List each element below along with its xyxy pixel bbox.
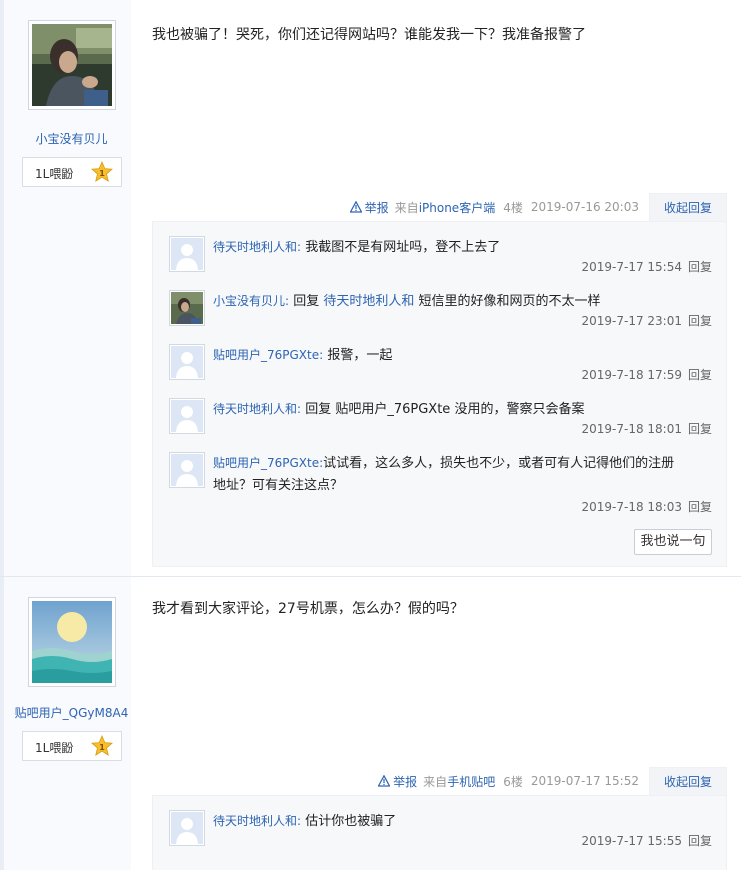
reply-body: 贴吧用户_76PGXte: 报警，一起 bbox=[213, 344, 712, 367]
reply-meta: 2019-7-18 18:03 回复 bbox=[581, 498, 712, 515]
collapse-replies-button[interactable]: 收起回复 bbox=[648, 193, 727, 221]
reply-text: 报警，一起 bbox=[327, 348, 393, 363]
reply-text: 估计你也被骗了 bbox=[305, 814, 397, 829]
reply-body: 待天时地利人和: 估计你也被骗了 bbox=[213, 810, 712, 833]
post-floor-4: 小宝没有贝儿 1L喂鼢 1 我也被骗了！哭死，你们还记得网站吗？谁能发我一下？我… bbox=[0, 0, 741, 578]
reply-text: 没用的，警察只会备案 bbox=[450, 402, 585, 417]
reply-list: 待天时地利人和: 估计你也被骗了 2019-7-17 15:55 回复 bbox=[152, 795, 727, 870]
floor-number: 4楼 bbox=[503, 200, 523, 215]
say-something-button[interactable]: 我也说一句 bbox=[634, 529, 712, 555]
avatar[interactable] bbox=[28, 597, 116, 687]
reply-button[interactable]: 回复 bbox=[688, 368, 712, 382]
level-badge[interactable]: 1L喂鼢 1 bbox=[22, 157, 122, 187]
floor-number: 6楼 bbox=[503, 774, 523, 789]
author-sidebar: 小宝没有贝儿 1L喂鼢 1 bbox=[0, 0, 131, 578]
default-avatar-icon[interactable] bbox=[169, 344, 205, 380]
author-name[interactable]: 小宝没有贝儿 bbox=[8, 130, 135, 147]
default-avatar-icon[interactable] bbox=[169, 452, 205, 488]
reply-body: 待天时地利人和: 回复 贴吧用户_76PGXte 没用的，警察只会备案 bbox=[213, 398, 712, 421]
reply-item: 小宝没有贝儿: 回复 待天时地利人和 短信里的好像和网页的不太一样 2019-7… bbox=[169, 290, 712, 344]
reply-author[interactable]: 贴吧用户_76PGXte: bbox=[213, 456, 323, 470]
reply-author[interactable]: 小宝没有贝儿: bbox=[213, 294, 289, 308]
level-badge-number: 1 bbox=[99, 743, 105, 752]
reply-prefix: 回复 bbox=[293, 294, 320, 309]
reply-author[interactable]: 贴吧用户_76PGXte: bbox=[213, 348, 323, 362]
reply-author[interactable]: 待天时地利人和: bbox=[213, 240, 301, 254]
author-sidebar: 贴吧用户_QGyM8A4 1L喂鼢 1 bbox=[0, 577, 131, 870]
source-link[interactable]: 手机贴吧 bbox=[447, 775, 495, 789]
reply-item: 待天时地利人和: 回复 贴吧用户_76PGXte 没用的，警察只会备案 2019… bbox=[169, 398, 712, 452]
post-tail: 举报 来自iPhone客户端 4楼 2019-07-16 20:03 收起回复 bbox=[349, 193, 727, 221]
reply-prefix: 回复 bbox=[305, 402, 332, 417]
warning-icon bbox=[378, 775, 391, 787]
reply-body: 贴吧用户_76PGXte:试试看，这么多人，损失也不少，或者可有人记得他们的注册… bbox=[213, 452, 712, 497]
reply-time: 2019-7-17 15:54 bbox=[581, 260, 682, 274]
reply-meta: 2019-7-17 15:54 回复 bbox=[581, 258, 712, 275]
level-label: 1L喂鼢 bbox=[35, 741, 74, 755]
default-avatar-icon[interactable] bbox=[169, 810, 205, 846]
reply-author[interactable]: 待天时地利人和: bbox=[213, 814, 301, 828]
reply-body: 待天时地利人和: 我截图不是有网址吗，登不上去了 bbox=[213, 236, 712, 259]
reply-meta: 2019-7-17 15:55 回复 bbox=[581, 832, 712, 849]
post-source: 来自iPhone客户端 bbox=[395, 199, 496, 216]
post-tail: 举报 来自手机贴吧 6楼 2019-07-17 15:52 收起回复 bbox=[378, 767, 727, 795]
source-prefix: 来自 bbox=[394, 200, 419, 215]
reply-time: 2019-7-18 18:03 bbox=[581, 500, 682, 514]
reply-item: 待天时地利人和: 我截图不是有网址吗，登不上去了 2019-7-17 15:54… bbox=[169, 236, 712, 290]
avatar-photo-icon bbox=[171, 292, 203, 324]
star-level-icon: 1 bbox=[91, 734, 113, 757]
moon-sea-avatar-icon bbox=[32, 601, 112, 683]
avatar-photo-icon bbox=[32, 24, 112, 106]
author-name[interactable]: 贴吧用户_QGyM8A4 bbox=[8, 704, 135, 721]
level-label: 1L喂鼢 bbox=[35, 167, 74, 181]
reply-time: 2019-7-17 15:55 bbox=[581, 834, 682, 848]
reply-item: 贴吧用户_76PGXte: 报警，一起 2019-7-18 17:59 回复 bbox=[169, 344, 712, 398]
reply-button[interactable]: 回复 bbox=[688, 314, 712, 328]
level-badge[interactable]: 1L喂鼢 1 bbox=[22, 731, 122, 761]
reply-item: 贴吧用户_76PGXte:试试看，这么多人，损失也不少，或者可有人记得他们的注册… bbox=[169, 452, 712, 522]
report-link[interactable]: 举报 bbox=[349, 199, 389, 216]
level-badge-number: 1 bbox=[99, 169, 105, 178]
reply-button[interactable]: 回复 bbox=[688, 500, 712, 514]
reply-text: 短信里的好像和网页的不太一样 bbox=[414, 294, 601, 309]
report-label: 举报 bbox=[393, 774, 418, 789]
default-avatar-icon[interactable] bbox=[169, 236, 205, 272]
reply-text: 我截图不是有网址吗，登不上去了 bbox=[305, 240, 501, 255]
warning-icon bbox=[349, 201, 362, 213]
reply-time: 2019-7-18 18:01 bbox=[581, 422, 682, 436]
reply-item: 待天时地利人和: 估计你也被骗了 2019-7-17 15:55 回复 bbox=[169, 810, 712, 864]
report-label: 举报 bbox=[364, 200, 389, 215]
reply-text: 试试看，这么多人，损失也不少，或者可有人记得他们的注册 bbox=[323, 456, 675, 471]
reply-meta: 2019-7-18 17:59 回复 bbox=[581, 366, 712, 383]
default-avatar-icon[interactable] bbox=[169, 398, 205, 434]
post-content: 我也被骗了！哭死，你们还记得网站吗？谁能发我一下？我准备报警了 bbox=[152, 27, 586, 43]
post-time: 2019-07-16 20:03 bbox=[530, 200, 639, 214]
reply-time: 2019-7-18 17:59 bbox=[581, 368, 682, 382]
reply-meta: 2019-7-18 18:01 回复 bbox=[581, 420, 712, 437]
reply-button[interactable]: 回复 bbox=[688, 834, 712, 848]
post-floor-6: 贴吧用户_QGyM8A4 1L喂鼢 1 我才看到大家评论，27号机票，怎么办？假… bbox=[0, 577, 741, 870]
post-time: 2019-07-17 15:52 bbox=[530, 774, 639, 788]
collapse-replies-button[interactable]: 收起回复 bbox=[648, 767, 727, 795]
reply-target: 贴吧用户_76PGXte bbox=[335, 402, 451, 417]
reply-button[interactable]: 回复 bbox=[688, 422, 712, 436]
reply-text-continued: 地址？可有关注这点？ bbox=[213, 478, 344, 493]
avatar[interactable] bbox=[169, 290, 205, 326]
reply-body: 小宝没有贝儿: 回复 待天时地利人和 短信里的好像和网页的不太一样 bbox=[213, 290, 712, 313]
reply-meta: 2019-7-17 23:01 回复 bbox=[581, 312, 712, 329]
reply-author[interactable]: 待天时地利人和: bbox=[213, 402, 301, 416]
reply-button[interactable]: 回复 bbox=[688, 260, 712, 274]
avatar[interactable] bbox=[28, 20, 116, 110]
reply-list: 待天时地利人和: 我截图不是有网址吗，登不上去了 2019-7-17 15:54… bbox=[152, 221, 727, 567]
report-link[interactable]: 举报 bbox=[378, 773, 417, 790]
post-source: 来自手机贴吧 bbox=[423, 773, 495, 790]
post-main: 我才看到大家评论，27号机票，怎么办？假的吗？ 举报 来自手机贴吧 6楼 201… bbox=[131, 577, 741, 870]
source-link[interactable]: iPhone客户端 bbox=[419, 201, 496, 215]
reply-time: 2019-7-17 23:01 bbox=[581, 314, 682, 328]
post-main: 我也被骗了！哭死，你们还记得网站吗？谁能发我一下？我准备报警了 举报 来自iPh… bbox=[131, 0, 741, 578]
source-prefix: 来自 bbox=[423, 774, 448, 789]
post-content: 我才看到大家评论，27号机票，怎么办？假的吗？ bbox=[152, 601, 464, 617]
reply-target-link[interactable]: 待天时地利人和 bbox=[323, 294, 414, 309]
star-level-icon: 1 bbox=[91, 160, 113, 183]
